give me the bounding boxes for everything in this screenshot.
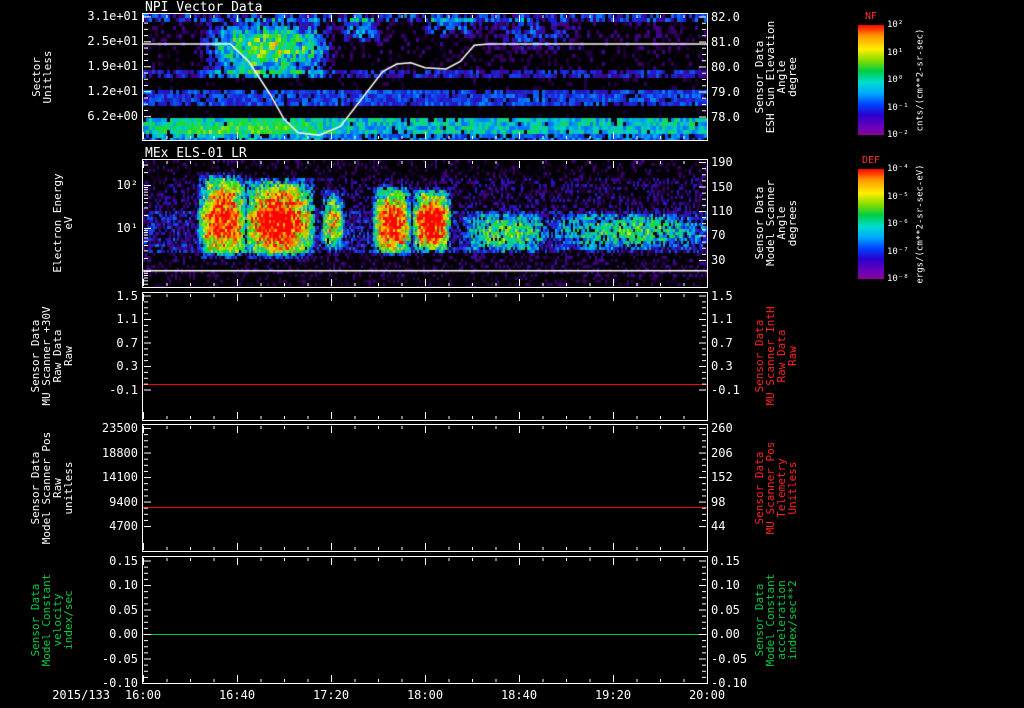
axis-ticks-overlay: [143, 15, 708, 684]
sddas-multipanel-plot: NPI Vector Data MEx ELS-01 LR Sector Uni…: [0, 0, 1024, 708]
